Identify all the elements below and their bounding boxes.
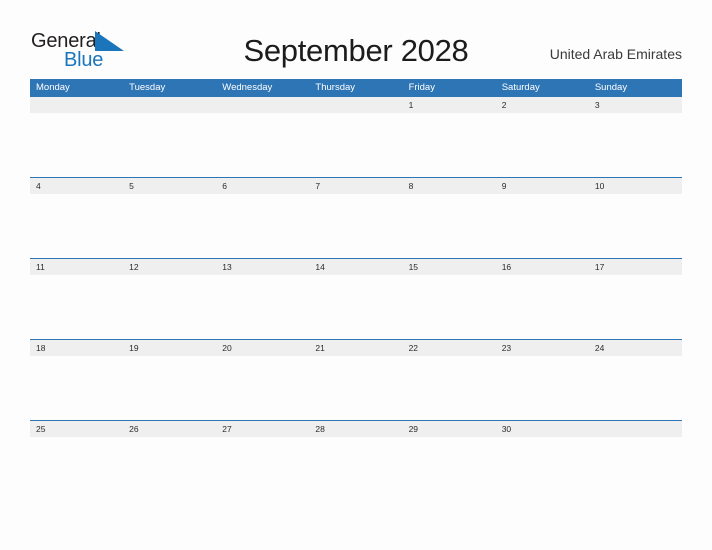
day-cell[interactable]: 11 (30, 259, 123, 275)
day-cell[interactable]: 3 (589, 97, 682, 113)
week-row: 18 19 20 21 22 23 24 (30, 339, 682, 420)
weekday-friday: Friday (408, 82, 435, 93)
date-strip: 4 5 6 7 8 9 10 (30, 178, 682, 194)
day-cell[interactable]: 10 (589, 178, 682, 194)
day-cell[interactable]: 9 (496, 178, 589, 194)
day-cell[interactable] (216, 97, 309, 113)
day-cell[interactable]: 13 (216, 259, 309, 275)
day-cell[interactable]: 15 (403, 259, 496, 275)
day-cell[interactable]: 4 (30, 178, 123, 194)
weekday-header-row: Monday Tuesday Wednesday Thursday Friday… (30, 79, 682, 96)
day-cell[interactable]: 28 (309, 421, 402, 437)
day-cell[interactable]: 1 (403, 97, 496, 113)
day-cell[interactable] (309, 97, 402, 113)
weekday-saturday: Saturday (501, 82, 540, 93)
weekday-thursday: Thursday (315, 82, 356, 93)
day-cell[interactable]: 7 (309, 178, 402, 194)
day-cell[interactable]: 19 (123, 340, 216, 356)
calendar-grid: Monday Tuesday Wednesday Thursday Friday… (30, 79, 682, 501)
day-cell[interactable] (589, 421, 682, 437)
day-cell[interactable] (30, 97, 123, 113)
week-row: 11 12 13 14 15 16 17 (30, 258, 682, 339)
day-cell[interactable]: 27 (216, 421, 309, 437)
day-cell[interactable]: 12 (123, 259, 216, 275)
day-cell[interactable]: 20 (216, 340, 309, 356)
calendar-page: General Blue September 2028 United Arab … (0, 0, 712, 550)
day-cell[interactable]: 30 (496, 421, 589, 437)
day-cell[interactable]: 24 (589, 340, 682, 356)
day-cell[interactable]: 26 (123, 421, 216, 437)
day-cell[interactable] (123, 97, 216, 113)
day-cell[interactable]: 23 (496, 340, 589, 356)
date-strip: 18 19 20 21 22 23 24 (30, 340, 682, 356)
date-strip: 25 26 27 28 29 30 (30, 421, 682, 437)
page-header: General Blue September 2028 United Arab … (0, 0, 712, 78)
day-cell[interactable]: 8 (403, 178, 496, 194)
day-cell[interactable]: 29 (403, 421, 496, 437)
weekday-sunday: Sunday (594, 82, 628, 93)
week-row: 1 2 3 (30, 96, 682, 177)
day-cell[interactable]: 18 (30, 340, 123, 356)
day-cell[interactable]: 5 (123, 178, 216, 194)
day-cell[interactable]: 25 (30, 421, 123, 437)
day-cell[interactable]: 6 (216, 178, 309, 194)
date-strip: 1 2 3 (30, 97, 682, 113)
weekday-monday: Monday (36, 82, 70, 93)
day-cell[interactable]: 17 (589, 259, 682, 275)
day-cell[interactable]: 22 (403, 340, 496, 356)
weekday-wednesday: Wednesday (222, 82, 273, 93)
weekday-tuesday: Tuesday (129, 82, 166, 93)
day-cell[interactable]: 21 (309, 340, 402, 356)
date-strip: 11 12 13 14 15 16 17 (30, 259, 682, 275)
country-label: United Arab Emirates (549, 46, 682, 62)
day-cell[interactable]: 16 (496, 259, 589, 275)
day-cell[interactable]: 2 (496, 97, 589, 113)
day-cell[interactable]: 14 (309, 259, 402, 275)
week-row: 4 5 6 7 8 9 10 (30, 177, 682, 258)
week-row: 25 26 27 28 29 30 (30, 420, 682, 501)
